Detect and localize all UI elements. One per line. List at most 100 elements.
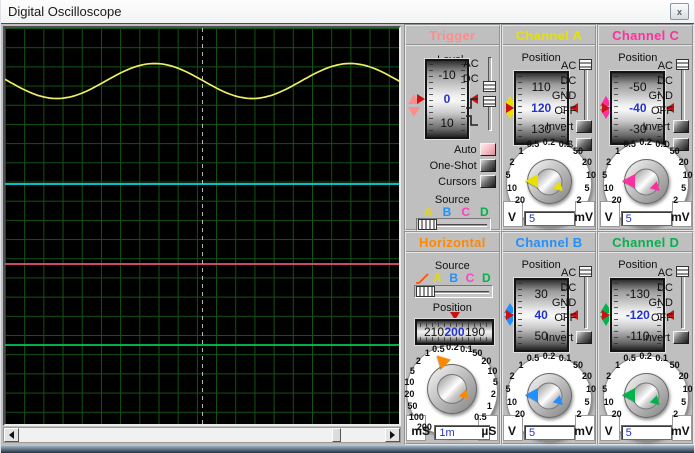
source-a-label: A — [424, 205, 433, 219]
trigger-level-dial[interactable]: -10 0 10 — [425, 59, 469, 139]
invert-row: Invert — [642, 120, 689, 133]
knob-scale-value: 50 — [572, 360, 583, 370]
channel-d-header: Channel D — [599, 233, 692, 253]
knob-scale-value: 10 — [682, 384, 693, 394]
channel-d-coupling-switch[interactable] — [675, 266, 689, 330]
knob-scale-value: 0.2 — [639, 137, 652, 147]
auto-button[interactable] — [479, 143, 496, 156]
coupling-ac-label: AC — [657, 267, 673, 279]
coupling-off-label: OFF — [650, 312, 673, 324]
channel-a-header: Channel A — [502, 26, 596, 46]
scroll-right-button[interactable] — [385, 428, 400, 442]
horizontal-scrollbar[interactable] — [3, 427, 401, 443]
channel-c-invert-button[interactable] — [672, 120, 689, 133]
coupling-ac-label: AC — [657, 60, 673, 72]
millivolts-unit-label: mV — [670, 210, 690, 224]
timebase-knob[interactable] — [427, 364, 478, 414]
knob-scale-value: 2 — [673, 195, 679, 205]
channel-a-panel: Channel A Position 110 120 130 AC DC GND… — [500, 24, 598, 231]
knob-scale-value: 0.1 — [655, 139, 668, 149]
channel-a-invert-button[interactable] — [576, 120, 593, 133]
trigger-coupling-switch[interactable] — [482, 56, 496, 92]
one-shot-label: One-Shot — [429, 159, 477, 172]
coupling-dc-label: DC — [560, 75, 577, 87]
channel-b-coupling-switch[interactable] — [579, 266, 593, 330]
trigger-source-slider[interactable] — [416, 218, 491, 231]
knob-scale-value: 5 — [602, 384, 608, 394]
one-shot-button[interactable] — [479, 159, 496, 172]
channel-c-scale-input[interactable] — [620, 211, 672, 226]
knob-scale-value: 0.5 — [526, 353, 540, 363]
knob-scale-value: 5 — [602, 170, 608, 180]
channel-d-scale-input[interactable] — [620, 425, 672, 440]
ramp-source-icon — [416, 273, 429, 284]
knob-scale-value: 1 — [615, 360, 621, 370]
scale-pointer-icon — [524, 388, 538, 402]
scroll-thumb[interactable] — [332, 428, 341, 442]
scroll-left-icon — [9, 431, 14, 439]
cursors-label: Cursors — [438, 175, 477, 188]
knob-scale-value: 5 — [409, 366, 415, 376]
cursors-button[interactable] — [479, 175, 496, 188]
switch-knob[interactable] — [482, 96, 496, 107]
knob-scale-value: 20 — [581, 371, 592, 381]
knob-scale-value: 2 — [509, 157, 515, 167]
switch-knob[interactable] — [675, 59, 689, 70]
coupling-gnd-label: GND — [648, 90, 673, 102]
knob-scale-value: 10 — [585, 384, 596, 394]
scroll-track[interactable] — [19, 428, 385, 442]
knob-scale-value: 50 — [572, 146, 583, 156]
channel-a-scale-input[interactable] — [523, 211, 575, 226]
titlebar[interactable]: Digital Oscilloscope x — [1, 0, 694, 24]
knob-scale-value: 100 — [408, 412, 424, 422]
knob-scale-value: 5 — [492, 377, 498, 387]
knob-scale-value: 1 — [518, 146, 524, 156]
switch-knob[interactable] — [579, 59, 593, 70]
oscilloscope-window: Digital Oscilloscope x Trigger Level — [0, 0, 695, 453]
channel-b-invert-button[interactable] — [576, 331, 593, 344]
trigger-slope-switch[interactable] — [482, 96, 496, 132]
source-c-label: C — [461, 205, 470, 219]
scroll-left-button[interactable] — [4, 428, 19, 442]
one-shot-row: One-Shot — [430, 159, 496, 172]
knob-scale-value: 20 — [514, 409, 525, 419]
switch-knob[interactable] — [675, 266, 689, 277]
invert-label: Invert — [642, 331, 670, 344]
source-c-label: C — [465, 271, 475, 285]
knob-scale-value: 10 — [506, 183, 517, 193]
channel-c-header: Channel C — [599, 26, 692, 46]
channel-d-panel: Channel D Position -130 -120 -110 AC DC … — [597, 231, 694, 445]
knob-scale-value: 2 — [673, 409, 679, 419]
slider-knob[interactable] — [416, 286, 435, 297]
coupling-ac-label: AC — [561, 267, 577, 279]
switch-knob[interactable] — [579, 266, 593, 277]
source-d-label: D — [479, 205, 489, 219]
knob-scale-value: 10 — [682, 170, 693, 180]
channel-d-scale-knob-area: V mV 0.50.20.1125102050201052 — [599, 351, 693, 441]
knob-scale-value: 20 — [581, 157, 592, 167]
volts-unit-label: V — [604, 424, 613, 438]
channel-c-coupling-switch[interactable] — [675, 59, 689, 123]
close-icon: x — [676, 6, 682, 17]
knob-scale-value: 5 — [681, 397, 687, 407]
coupling-gnd-label: GND — [551, 297, 577, 309]
knob-scale-value: 2 — [576, 409, 582, 419]
horizontal-panel: Horizontal Source A B C D Position 210 2… — [404, 231, 501, 445]
knob-scale-value: 1 — [486, 401, 492, 411]
scope-display — [3, 26, 401, 426]
slider-knob[interactable] — [418, 219, 437, 230]
invert-row: Invert — [546, 331, 593, 344]
channel-a-coupling-switch[interactable] — [579, 59, 593, 123]
trigger-source-options: A B C D — [424, 205, 489, 219]
channel-c-panel: Channel C Position -50 -40 -30 AC DC GND… — [597, 24, 694, 231]
coupling-ac-label: AC — [561, 60, 577, 72]
channel-d-invert-button[interactable] — [672, 331, 689, 344]
channel-b-scale-input[interactable] — [523, 425, 575, 440]
switch-knob[interactable] — [482, 81, 496, 92]
level-value-selected: 0 — [443, 92, 451, 106]
knob-scale-value: 0.1 — [558, 139, 572, 149]
scale-pointer-icon — [524, 174, 538, 188]
horizontal-source-slider[interactable] — [414, 285, 493, 298]
close-button[interactable]: x — [670, 3, 689, 20]
knob-scale-value: 0.5 — [623, 353, 636, 363]
